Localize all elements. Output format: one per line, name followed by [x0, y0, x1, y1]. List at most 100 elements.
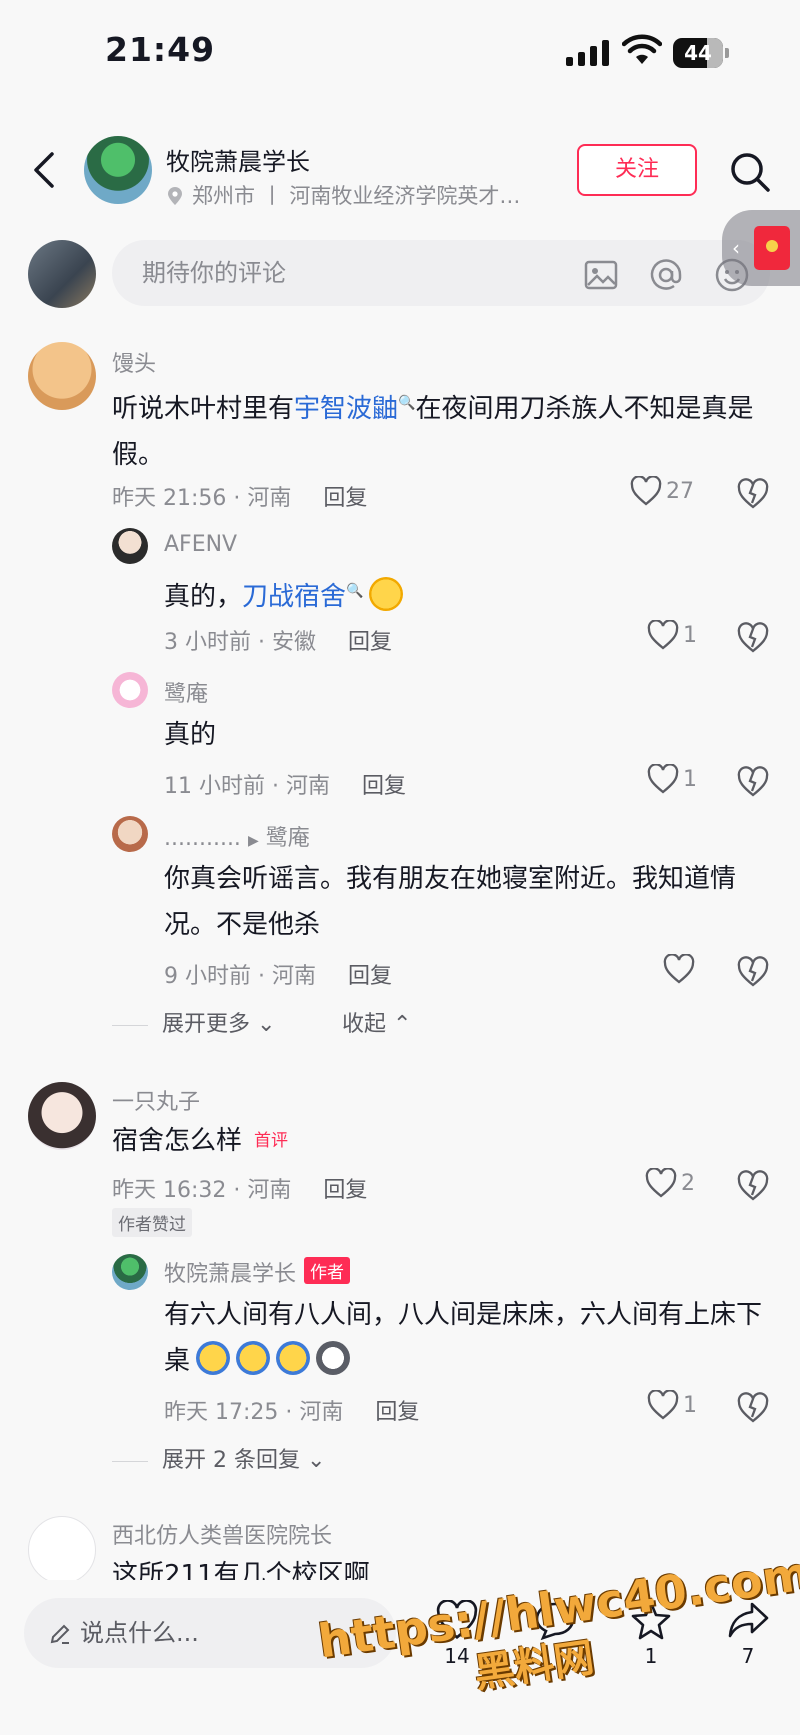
hug-emoji-icon — [196, 1341, 231, 1375]
hashtag-link[interactable]: 刀战宿舍 — [242, 582, 346, 612]
dislike-icon[interactable] — [737, 956, 769, 988]
like-total: 14 — [444, 1644, 470, 1668]
collapse-label: 收起 — [342, 1012, 387, 1037]
comment-action[interactable] — [520, 1600, 590, 1644]
author-name[interactable]: 牧院萧晨学长 — [166, 142, 310, 177]
chevron-left-icon: ‹ — [732, 236, 740, 260]
replier-name[interactable]: ........... ▶ 鹭庵 — [164, 820, 310, 852]
collapse-button[interactable]: 收起 ⌃ — [342, 1006, 411, 1038]
dislike-icon[interactable] — [737, 478, 769, 510]
heart-icon — [436, 1600, 478, 1640]
commenter-name[interactable]: 西北仿人类兽医院院长 — [112, 1518, 332, 1550]
comment-input[interactable]: 期待你的评论 — [112, 240, 770, 306]
replier-avatar[interactable] — [112, 672, 148, 708]
commenter-name[interactable]: 馒头 — [112, 346, 156, 378]
image-icon[interactable] — [583, 257, 619, 293]
chevron-down-icon: ⌄ — [306, 1448, 326, 1473]
share-action[interactable]: 7 — [713, 1600, 783, 1668]
dislike-icon[interactable] — [737, 1392, 769, 1424]
reply-to-name[interactable]: 鹭庵 — [266, 826, 310, 851]
expand-more-button[interactable]: 展开更多 ⌄ — [112, 1006, 275, 1038]
commenter-avatar[interactable] — [28, 342, 96, 410]
heart-icon — [630, 475, 662, 506]
heart-icon — [647, 619, 679, 650]
replier-name[interactable]: 鹭庵 — [164, 676, 208, 708]
share-total: 7 — [741, 1644, 755, 1668]
reply-text: 真的 — [164, 720, 217, 750]
battery-level: 44 — [684, 41, 712, 65]
reply-button[interactable]: 回复 — [362, 774, 406, 799]
author-location: 郑州市 丨 河南牧业经济学院英才… — [168, 180, 520, 210]
follow-button[interactable]: 关注 — [577, 144, 697, 196]
author-liked-badge: 作者赞过 — [112, 1208, 192, 1237]
favorite-total: 1 — [644, 1644, 658, 1668]
like-button[interactable]: 1 — [647, 763, 697, 800]
say-something-input[interactable]: 说点什么... — [24, 1598, 396, 1668]
commenter-avatar[interactable] — [28, 1516, 96, 1582]
red-packet-floating-button[interactable]: ‹ — [722, 210, 800, 286]
reply-time-location: 3 小时前 · 安徽 — [164, 630, 316, 655]
chevron-up-icon: ⌃ — [393, 1012, 412, 1037]
like-count: 27 — [666, 478, 694, 504]
back-icon[interactable] — [28, 150, 60, 190]
status-time: 21:49 — [105, 30, 216, 69]
reply-button[interactable]: 回复 — [323, 1178, 367, 1203]
hug-emoji-icon — [276, 1341, 311, 1375]
heart-icon — [663, 953, 695, 984]
like-button[interactable]: 27 — [630, 475, 694, 512]
expand-more-label: 展开更多 — [162, 1012, 251, 1037]
reply-time-location: 11 小时前 · 河南 — [164, 774, 330, 799]
search-icon[interactable] — [728, 150, 772, 194]
reply-text-part: 真的， — [164, 582, 243, 612]
reply-time-location: 昨天 17:25 · 河南 — [164, 1400, 344, 1425]
red-envelope-icon — [754, 226, 790, 270]
location-text: 郑州市 丨 河南牧业经济学院英才… — [192, 184, 521, 208]
heart-icon — [647, 1389, 679, 1420]
grin-emoji-icon — [369, 577, 404, 611]
heart-icon — [645, 1167, 677, 1198]
comment-icon — [535, 1602, 575, 1640]
reply-time-location: 9 小时前 · 河南 — [164, 964, 316, 989]
battery-icon: 44 — [673, 38, 729, 68]
like-count: 1 — [683, 622, 697, 648]
like-count: 2 — [681, 1170, 695, 1196]
reply-button[interactable]: 回复 — [348, 964, 392, 989]
reply-arrow-icon: ▶ — [247, 833, 259, 849]
profile-header: 牧院萧晨学长 郑州市 丨 河南牧业经济学院英才… 关注 — [0, 120, 800, 220]
pencil-icon — [50, 1624, 70, 1644]
hashtag-link[interactable]: 宇智波鼬 — [294, 394, 398, 424]
like-count: 1 — [683, 766, 697, 792]
replier-avatar[interactable] — [112, 528, 148, 564]
reply-meta: 昨天 17:25 · 河南 回复 — [164, 1394, 419, 1426]
comment-meta: 昨天 21:56 · 河南 回复 — [112, 480, 367, 512]
comment-time-location: 昨天 21:56 · 河南 — [112, 486, 292, 511]
commenter-avatar[interactable] — [28, 1082, 96, 1150]
like-button[interactable]: 1 — [647, 619, 697, 656]
comment-item: 西北仿人类兽医院院长 这所211有几个校区啊 — [0, 1512, 800, 1582]
dislike-icon[interactable] — [737, 1170, 769, 1202]
comment-meta: 昨天 16:32 · 河南 回复 — [112, 1172, 367, 1204]
reply-meta: 11 小时前 · 河南 回复 — [164, 768, 406, 800]
commenter-name[interactable]: 一只丸子 — [112, 1084, 200, 1116]
like-button[interactable]: 1 — [647, 1389, 697, 1426]
reply-button[interactable]: 回复 — [348, 630, 392, 655]
comment-time-location: 昨天 16:32 · 河南 — [112, 1178, 292, 1203]
comment-text: 宿舍怎么样 首评 — [112, 1118, 752, 1164]
replier-avatar[interactable] — [112, 1254, 148, 1290]
author-avatar[interactable] — [84, 136, 152, 204]
first-comment-badge: 首评 — [254, 1131, 289, 1151]
dislike-icon[interactable] — [737, 622, 769, 654]
reply-button[interactable]: 回复 — [375, 1400, 419, 1425]
share-icon — [728, 1602, 769, 1638]
favorite-action[interactable]: 1 — [616, 1600, 686, 1668]
like-button[interactable] — [663, 953, 699, 990]
replier-avatar[interactable] — [112, 816, 148, 852]
like-button[interactable]: 2 — [645, 1167, 695, 1204]
mention-icon[interactable] — [648, 257, 684, 293]
replier-name[interactable]: 牧院萧晨学长 作者 — [164, 1256, 351, 1288]
like-action[interactable]: 14 — [422, 1600, 492, 1668]
reply-button[interactable]: 回复 — [323, 486, 367, 511]
replier-name[interactable]: AFENV — [164, 532, 237, 557]
expand-replies-button[interactable]: 展开 2 条回复 ⌄ — [112, 1442, 325, 1474]
dislike-icon[interactable] — [737, 766, 769, 798]
